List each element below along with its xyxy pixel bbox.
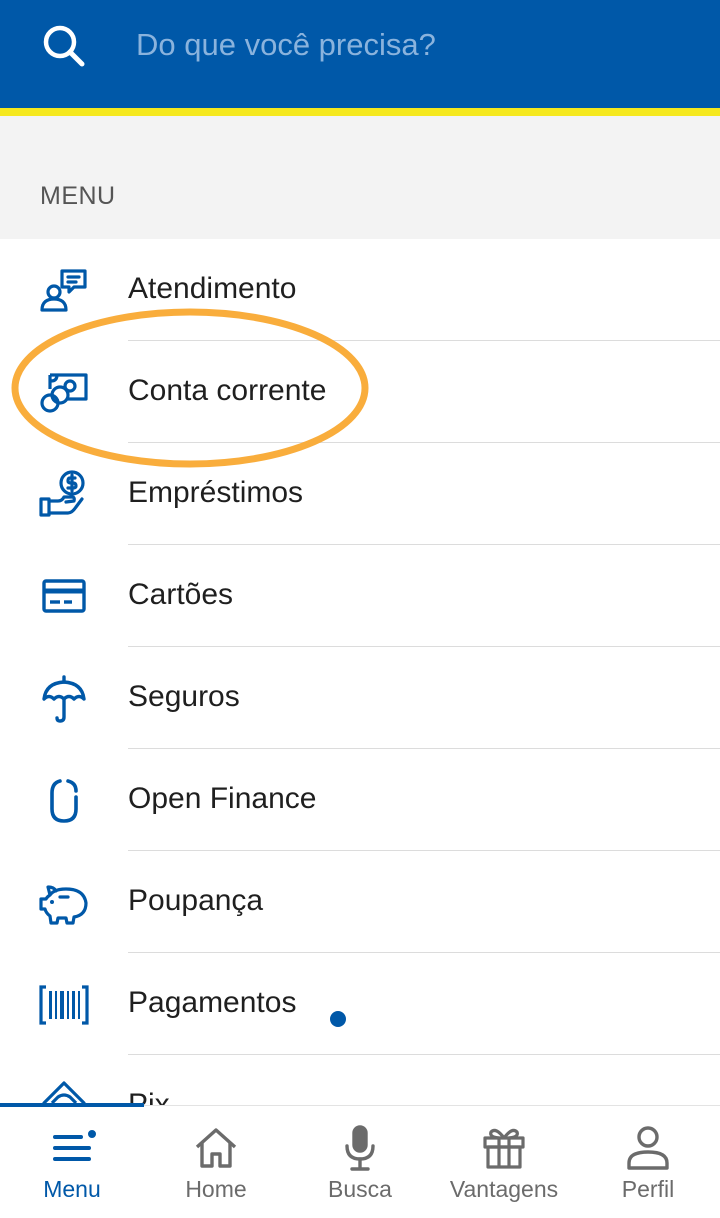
tab-label: Vantagens (449, 1176, 559, 1202)
menu-item-label: Pagamentos (128, 986, 297, 1019)
menu-item-label: Cartões (128, 578, 234, 611)
menu-item-conta-corrente[interactable]: Conta corrente (0, 341, 720, 443)
tab-label: Menu (43, 1176, 101, 1202)
menu-item-pagamentos[interactable]: Pagamentos (0, 953, 720, 1055)
menu-item-label: Conta corrente (128, 374, 327, 407)
umbrella-icon (42, 675, 86, 723)
menu-item-label: Empréstimos (128, 476, 304, 509)
person-icon (627, 1126, 669, 1170)
menu-item-poupanca[interactable]: Poupança (0, 851, 720, 953)
chat-person-icon (40, 269, 87, 312)
menu-item-emprestimos[interactable]: Empréstimos (0, 443, 720, 545)
tab-label: Perfil (621, 1176, 675, 1202)
menu-item-seguros[interactable]: Seguros (0, 647, 720, 749)
notification-dot (86, 1128, 98, 1140)
tab-label: Home (185, 1176, 247, 1202)
tab-busca[interactable]: Busca (288, 1106, 432, 1218)
menu-section-header (0, 116, 720, 239)
gift-icon (483, 1128, 525, 1169)
menu-item-label: Atendimento (128, 272, 297, 305)
menu-item-pix[interactable]: Pix (0, 1055, 720, 1105)
menu-item-label: Seguros (128, 680, 240, 713)
tab-menu[interactable]: Menu (0, 1106, 144, 1218)
credit-card-icon (42, 579, 86, 613)
search-input[interactable] (136, 20, 696, 70)
menu-item-open-finance[interactable]: Open Finance (0, 749, 720, 851)
notification-dot (330, 1011, 346, 1027)
tab-home[interactable]: Home (144, 1106, 288, 1218)
hand-coin-icon (39, 470, 85, 517)
tab-perfil[interactable]: Perfil (576, 1106, 720, 1218)
money-coins-icon (40, 373, 88, 413)
barcode-icon (39, 985, 89, 1025)
header-accent-stripe (0, 108, 720, 116)
piggy-bank-icon (39, 885, 88, 925)
pix-icon (42, 1081, 86, 1105)
search-icon[interactable] (40, 22, 88, 70)
tab-label: Busca (328, 1176, 392, 1202)
menu-list[interactable]: Atendimento Conta corrente Empréstimos C… (0, 239, 720, 1105)
bottom-tab-bar: Menu Home Busca Vantagens Perfil (0, 1103, 720, 1218)
menu-section-title: MENU (40, 182, 116, 210)
menu-item-label: Poupança (128, 884, 264, 917)
home-icon (195, 1128, 237, 1168)
open-finance-icon (50, 779, 78, 823)
tab-vantagens[interactable]: Vantagens (432, 1106, 576, 1218)
microphone-icon (345, 1125, 375, 1171)
menu-item-cartoes[interactable]: Cartões (0, 545, 720, 647)
menu-item-label: Open Finance (128, 782, 317, 815)
menu-item-atendimento[interactable]: Atendimento (0, 239, 720, 341)
top-search-bar (0, 0, 720, 108)
